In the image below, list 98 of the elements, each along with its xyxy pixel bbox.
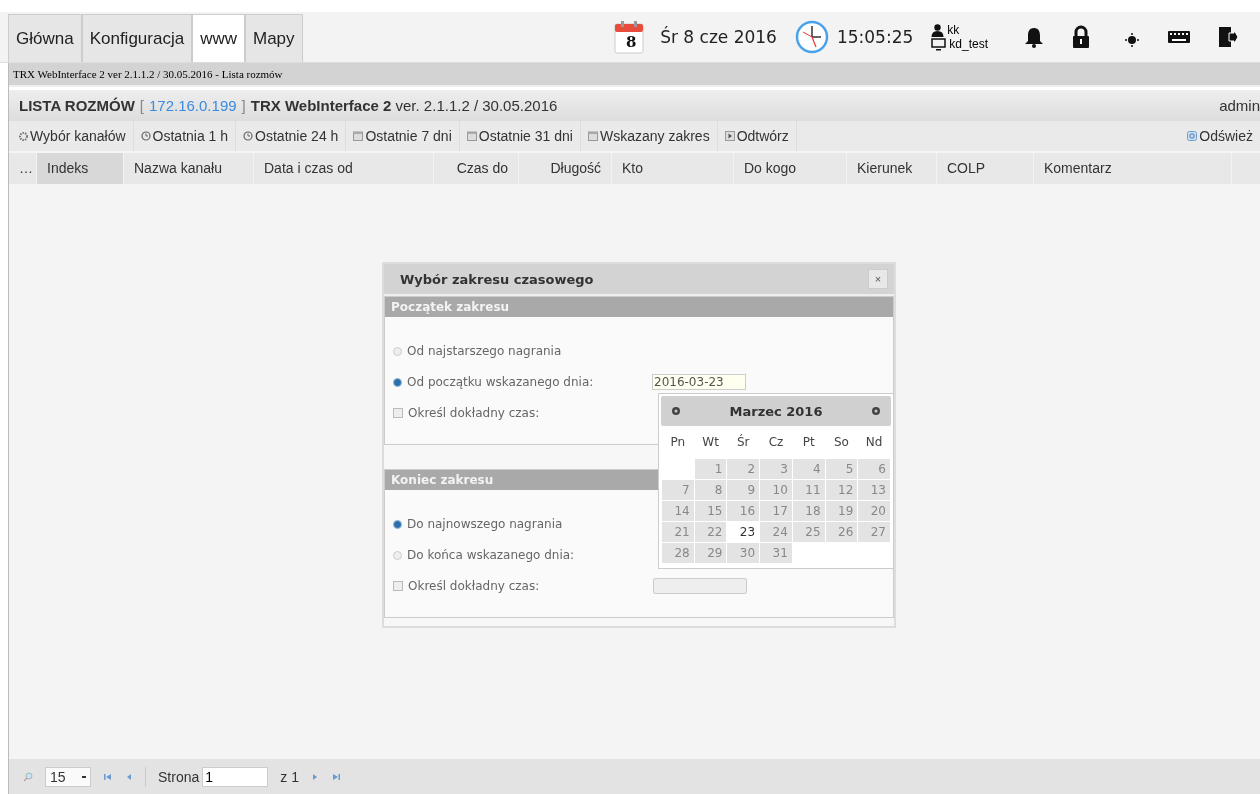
bracket-text: [ <box>139 97 144 114</box>
day-cell[interactable]: 27 <box>858 522 890 542</box>
calendar-icon <box>466 131 477 141</box>
refresh-icon <box>1187 131 1198 141</box>
section-header: Początek zakresu <box>385 297 893 317</box>
day-cell[interactable]: 15 <box>694 501 727 521</box>
close-button[interactable]: × <box>868 269 888 289</box>
calendar-day: 8 <box>618 33 645 51</box>
day-cell[interactable]: 12 <box>825 480 858 500</box>
next-page-icon[interactable] <box>310 772 319 782</box>
day-cell[interactable]: 25 <box>792 522 825 542</box>
exit-icon[interactable] <box>1217 25 1239 49</box>
day-cell[interactable]: 1 <box>694 459 727 479</box>
option-label: Do końca wskazanego dnia: <box>407 548 576 562</box>
weekday-label: Śr <box>736 433 751 451</box>
weekday-label: Pn <box>669 434 687 451</box>
bell-icon[interactable] <box>1023 26 1045 48</box>
day-cell[interactable]: 8 <box>694 480 727 500</box>
next-month-icon[interactable] <box>871 406 881 416</box>
day-cell[interactable]: 10 <box>760 480 792 500</box>
day-cell[interactable]: 22 <box>694 522 727 542</box>
weekday-label: Nd <box>864 434 884 451</box>
previous-month-icon[interactable] <box>671 406 681 416</box>
station-name: kd_test <box>949 37 988 51</box>
search-icon[interactable] <box>23 772 33 782</box>
weekday-label: Cz <box>767 434 785 451</box>
nav-tab[interactable]: www <box>192 14 245 62</box>
calendar-icon <box>587 131 598 141</box>
day-cell[interactable]: 14 <box>662 501 694 521</box>
day-cell[interactable]: 30 <box>727 543 760 563</box>
user-name: admin <box>1219 97 1260 114</box>
day-cell[interactable]: 29 <box>694 543 727 563</box>
option-label: Określ dokładny czas: <box>408 406 541 420</box>
option-label: Od najstarszego nagrania <box>407 344 563 358</box>
day-cell[interactable]: 11 <box>792 480 825 500</box>
bracket-text: ] <box>241 97 246 114</box>
day-cell[interactable]: 26 <box>825 522 858 542</box>
refresh-button[interactable]: Odśwież <box>1180 121 1260 151</box>
day-cell[interactable]: 31 <box>760 543 792 563</box>
play-icon <box>724 131 735 141</box>
day-cell[interactable]: 5 <box>825 459 858 479</box>
radio-button[interactable] <box>393 550 402 560</box>
checkbox[interactable] <box>393 408 403 418</box>
day-cell[interactable]: 7 <box>662 480 694 500</box>
day-cell[interactable]: 24 <box>760 522 792 542</box>
user-icon <box>931 23 945 37</box>
weekday-label: Wt <box>701 434 720 451</box>
calendar-icon <box>614 20 645 54</box>
column-header[interactable]: Indeks <box>37 153 124 184</box>
radio-button[interactable] <box>393 519 402 529</box>
first-page-icon[interactable] <box>103 772 113 782</box>
day-cell[interactable]: 21 <box>662 522 694 542</box>
nav-tab[interactable]: Konfiguracja <box>81 14 193 62</box>
version-text: TRX WebInterface 2 ver. 2.1.1.2 / 30.05.2016 <box>250 97 558 114</box>
day-cell[interactable]: 2 <box>727 459 760 479</box>
keyboard-icon[interactable] <box>1167 29 1191 45</box>
date-field[interactable]: 2016-03-23 <box>652 374 746 390</box>
user-name: kk <box>947 23 960 37</box>
day-cell[interactable]: 18 <box>792 501 825 521</box>
day-cell[interactable]: 19 <box>825 501 858 521</box>
nav-tab[interactable]: Mapy <box>245 14 303 62</box>
option-label: Określ dokładny czas: <box>408 579 541 593</box>
day-cell[interactable]: 9 <box>727 480 760 500</box>
ip-address: 172.16.0.199 <box>149 97 237 114</box>
breadcrumb: TRX WebInterface 2 ver 2.1.1.2 / 30.05.2016 - Lista rozmów <box>9 63 1260 87</box>
date-text: Śr 8 cze 2016 <box>660 27 777 47</box>
nav-tab[interactable]: Główna <box>8 14 82 62</box>
clock-icon <box>794 20 829 54</box>
weekday-label: Pt <box>801 434 816 451</box>
day-cell[interactable]: 28 <box>662 543 694 563</box>
last-page-icon[interactable] <box>330 772 341 782</box>
day-cell[interactable]: 16 <box>727 501 760 521</box>
dialog-title: Wybór zakresu czasowego <box>400 271 594 287</box>
day-cell[interactable]: 3 <box>760 459 792 479</box>
day-cell[interactable]: 20 <box>858 501 890 521</box>
page-count: z 1 <box>280 769 299 785</box>
day-cell[interactable]: 13 <box>858 480 890 500</box>
day-cell[interactable]: 6 <box>858 459 890 479</box>
month-title: Marzec 2016 <box>729 403 823 419</box>
weekday-label: So <box>832 434 850 451</box>
calendar-icon <box>353 131 364 141</box>
option-label: Od początku wskazanego dnia: <box>407 375 595 389</box>
day-cell[interactable]: 4 <box>792 459 825 479</box>
radio-button[interactable] <box>393 377 402 387</box>
checkbox[interactable] <box>393 581 403 591</box>
panel-title: LISTA ROZMÓW <box>19 97 135 114</box>
previous-page-icon[interactable] <box>125 772 133 782</box>
day-cell[interactable]: 17 <box>760 501 792 521</box>
page-label: Strona <box>158 769 200 785</box>
clock-icon <box>140 131 151 141</box>
option-label: Do najnowszego nagrania <box>407 517 564 531</box>
page-input[interactable]: 1 <box>202 767 269 787</box>
monitor-icon <box>931 37 947 51</box>
time-text: 15:05:25 <box>836 27 914 47</box>
radio-button[interactable] <box>393 346 402 356</box>
lock-icon[interactable] <box>1071 25 1091 49</box>
clock-icon <box>243 131 254 141</box>
page-size-select[interactable]: 15 <box>45 767 91 787</box>
